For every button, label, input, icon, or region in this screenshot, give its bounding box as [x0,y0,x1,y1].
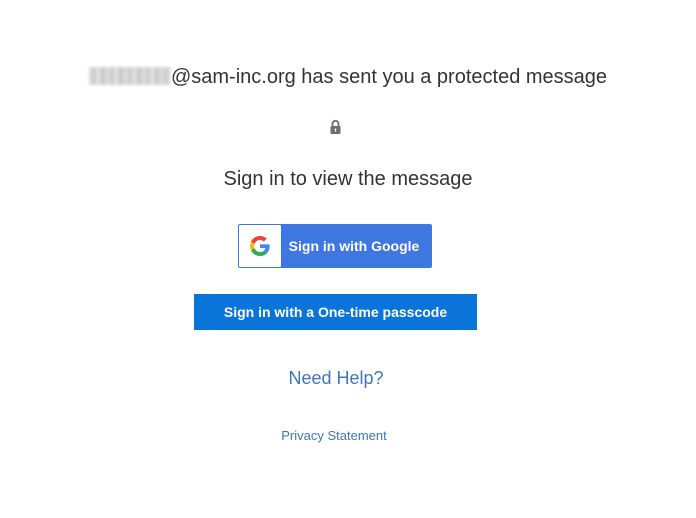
lock-icon [330,119,341,134]
google-g-icon [250,236,270,256]
page: @sam-inc.org has sent you a protected me… [0,0,696,518]
google-button-label: Sign in with Google [288,238,420,254]
sign-in-with-one-time-passcode-button[interactable]: Sign in with a One-time passcode [194,294,477,330]
page-subtitle: Sign in to view the message [223,168,473,190]
privacy-statement-link[interactable]: Privacy Statement [0,428,668,443]
sign-in-with-google-button[interactable]: Sign in with Google [238,224,432,268]
redacted-sender-name [88,67,171,85]
google-icon-container [239,225,281,267]
message-header: @sam-inc.org has sent you a protected me… [0,66,696,89]
need-help-link[interactable]: Need Help? [0,368,672,389]
header-text: @sam-inc.org has sent you a protected me… [170,66,608,88]
